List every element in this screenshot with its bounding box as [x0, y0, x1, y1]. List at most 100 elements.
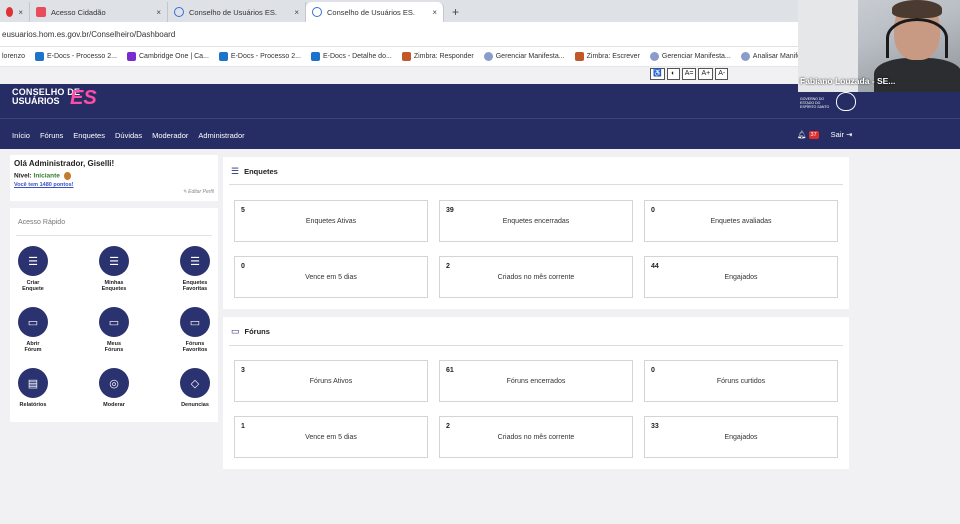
quick-label: Fóruns [104, 347, 124, 353]
edocs-icon [218, 52, 228, 61]
quick-moderate-button[interactable]: ◎ Moderar [89, 368, 139, 408]
bookmark-label: Zimbra: Escrever [586, 53, 640, 60]
user-greeting: Olá Administrador, Giselli! [14, 159, 115, 168]
logout-button[interactable]: Sair ⇥ [831, 130, 853, 139]
webcam-overlay: Fabiano Louzada - SE... [798, 0, 960, 92]
nav-item-moderador[interactable]: Moderador [152, 131, 188, 140]
bookmark[interactable]: Zimbra: Escrever [574, 52, 640, 61]
list-icon: ☰ [99, 246, 129, 276]
quick-label: Enquete [22, 286, 44, 292]
stat-label: Vence em 5 dias [305, 274, 357, 281]
stat-card[interactable]: 1 Vence em 5 dias [234, 416, 428, 458]
stat-card[interactable]: 44 Engajados [644, 256, 838, 298]
enquetes-title-label: Enquetes [244, 167, 278, 176]
browser-tab-active[interactable]: Conselho de Usuários ES. × [306, 2, 444, 22]
stat-card[interactable]: 39 Enquetes encerradas [439, 200, 633, 242]
list-icon: ☰ [18, 246, 48, 276]
stat-card[interactable]: 61 Fóruns encerrados [439, 360, 633, 402]
tab-close-icon[interactable]: × [294, 8, 299, 17]
bookmark[interactable]: lorenzo [2, 53, 25, 60]
font-increase-button[interactable]: A+ [698, 68, 714, 80]
divider [16, 235, 212, 236]
quick-label: Favoritos [182, 347, 208, 353]
stat-value: 5 [241, 207, 245, 214]
bookmark[interactable]: Gerenciar Manifesta... [483, 52, 565, 61]
stat-card[interactable]: 33 Engajados [644, 416, 838, 458]
stat-value: 44 [651, 263, 659, 270]
new-tab-button[interactable]: + [444, 2, 467, 22]
quick-create-poll-button[interactable]: ☰ Criar Enquete [8, 246, 58, 292]
quick-open-forum-button[interactable]: ▭ Abrir Fórum [8, 307, 58, 353]
nav-item-inicio[interactable]: Início [12, 131, 30, 140]
stat-label: Fóruns curtidos [716, 378, 766, 385]
bookmark[interactable]: Zimbra: Responder [401, 52, 474, 61]
tab-close-icon[interactable]: × [18, 8, 23, 17]
quick-label: Favoritas [182, 286, 208, 292]
nav-item-enquetes[interactable]: Enquetes [73, 131, 105, 140]
tab-close-icon[interactable]: × [432, 8, 437, 17]
bookmark[interactable]: Cambridge One | Ca... [127, 52, 209, 61]
quick-reports-abuse-button[interactable]: ◇ Denuncias [170, 368, 220, 408]
zimbra-icon [401, 52, 411, 61]
quick-access-title: Acesso Rápido [18, 219, 66, 226]
stat-card[interactable]: 3 Fóruns Ativos [234, 360, 428, 402]
stat-card[interactable]: 0 Fóruns curtidos [644, 360, 838, 402]
nav-item-administrador[interactable]: Administrador [198, 131, 244, 140]
bookmark-label: E-Docs - Processo 2... [46, 53, 117, 60]
browser-tab[interactable]: Conselho de Usuários ES. × [168, 2, 306, 22]
site-logo[interactable]: CONSELHO DE USUÁRIOS ES [12, 88, 97, 109]
stat-card[interactable]: 0 Enquetes avaliadas [644, 200, 838, 242]
stat-card[interactable]: 5 Enquetes Ativas [234, 200, 428, 242]
font-reset-button[interactable]: A= [681, 68, 697, 80]
stat-value: 0 [651, 207, 655, 214]
nav-item-duvidas[interactable]: Dúvidas [115, 131, 142, 140]
stat-card[interactable]: 2 Criados no mês corrente [439, 416, 633, 458]
nav-item-foruns[interactable]: Fóruns [40, 131, 63, 140]
browser-tab[interactable]: Acesso Cidadão × [30, 2, 168, 22]
bookmark-label: E-Docs - Processo 2... [230, 53, 301, 60]
font-decrease-button[interactable]: A- [715, 68, 729, 80]
stat-label: Enquetes avaliadas [710, 218, 772, 225]
globe-icon [740, 52, 750, 61]
bookmark[interactable]: E-Docs - Processo 2... [34, 52, 117, 61]
webcam-person-body [874, 58, 960, 92]
notifications-button[interactable]: 🔔︎ 37 [797, 130, 819, 139]
stat-card[interactable]: 0 Vence em 5 dias [234, 256, 428, 298]
stat-label: Vence em 5 dias [305, 434, 357, 441]
stat-value: 0 [241, 263, 245, 270]
quick-favorite-forums-button[interactable]: ▭ Fóruns Favoritos [170, 307, 220, 353]
quick-my-forums-button[interactable]: ▭ Meus Fóruns [89, 307, 139, 353]
state-crest-icon [836, 92, 856, 111]
bookmark[interactable]: E-Docs - Processo 2... [218, 52, 301, 61]
foruns-panel: ▭ Fóruns 3 Fóruns Ativos 61 Fóruns encerra… [223, 317, 849, 469]
stat-label: Enquetes encerradas [502, 218, 570, 225]
quick-label: Relatórios [19, 402, 47, 408]
bell-icon: 🔔︎ [797, 130, 807, 139]
quick-label: Fórum [24, 347, 42, 353]
bookmark[interactable]: Gerenciar Manifesta... [649, 52, 731, 61]
quick-favorite-polls-button[interactable]: ☰ Enquetes Favoritas [170, 246, 220, 292]
stat-label: Fóruns encerrados [506, 378, 566, 385]
foruns-title-label: Fóruns [244, 327, 270, 336]
bookmark[interactable]: E-Docs - Detalhe do... [310, 52, 392, 61]
edit-profile-link[interactable]: ✎ Editar Perfil [183, 189, 214, 195]
quick-my-polls-button[interactable]: ☰ Minhas Enquetes [89, 246, 139, 292]
tab-label: Conselho de Usuários ES. [327, 7, 415, 17]
edit-profile-label: Editar Perfil [188, 189, 214, 195]
tab-close-icon[interactable]: × [156, 8, 161, 17]
stat-value: 61 [446, 367, 454, 374]
stat-value: 2 [446, 423, 450, 430]
quick-access-panel: Acesso Rápido ☰ Criar Enquete ☰ Minhas Enq… [10, 208, 218, 422]
quick-reports-button[interactable]: ▤ Relatórios [8, 368, 58, 408]
forum-icon: ▭ [231, 326, 240, 336]
browser-tab[interactable]: × [0, 2, 30, 22]
bookmark-label: Zimbra: Responder [413, 53, 474, 60]
stat-value: 33 [651, 423, 659, 430]
warning-icon: ◇ [180, 368, 210, 398]
stat-card[interactable]: 2 Criados no mês corrente [439, 256, 633, 298]
moderate-icon: ◎ [99, 368, 129, 398]
user-points-link[interactable]: Você tem 1480 pontos! [14, 182, 214, 188]
nav-divider [0, 118, 960, 119]
accessibility-icon[interactable]: ♿ [650, 68, 665, 80]
contrast-icon[interactable]: ◐ [666, 68, 680, 80]
